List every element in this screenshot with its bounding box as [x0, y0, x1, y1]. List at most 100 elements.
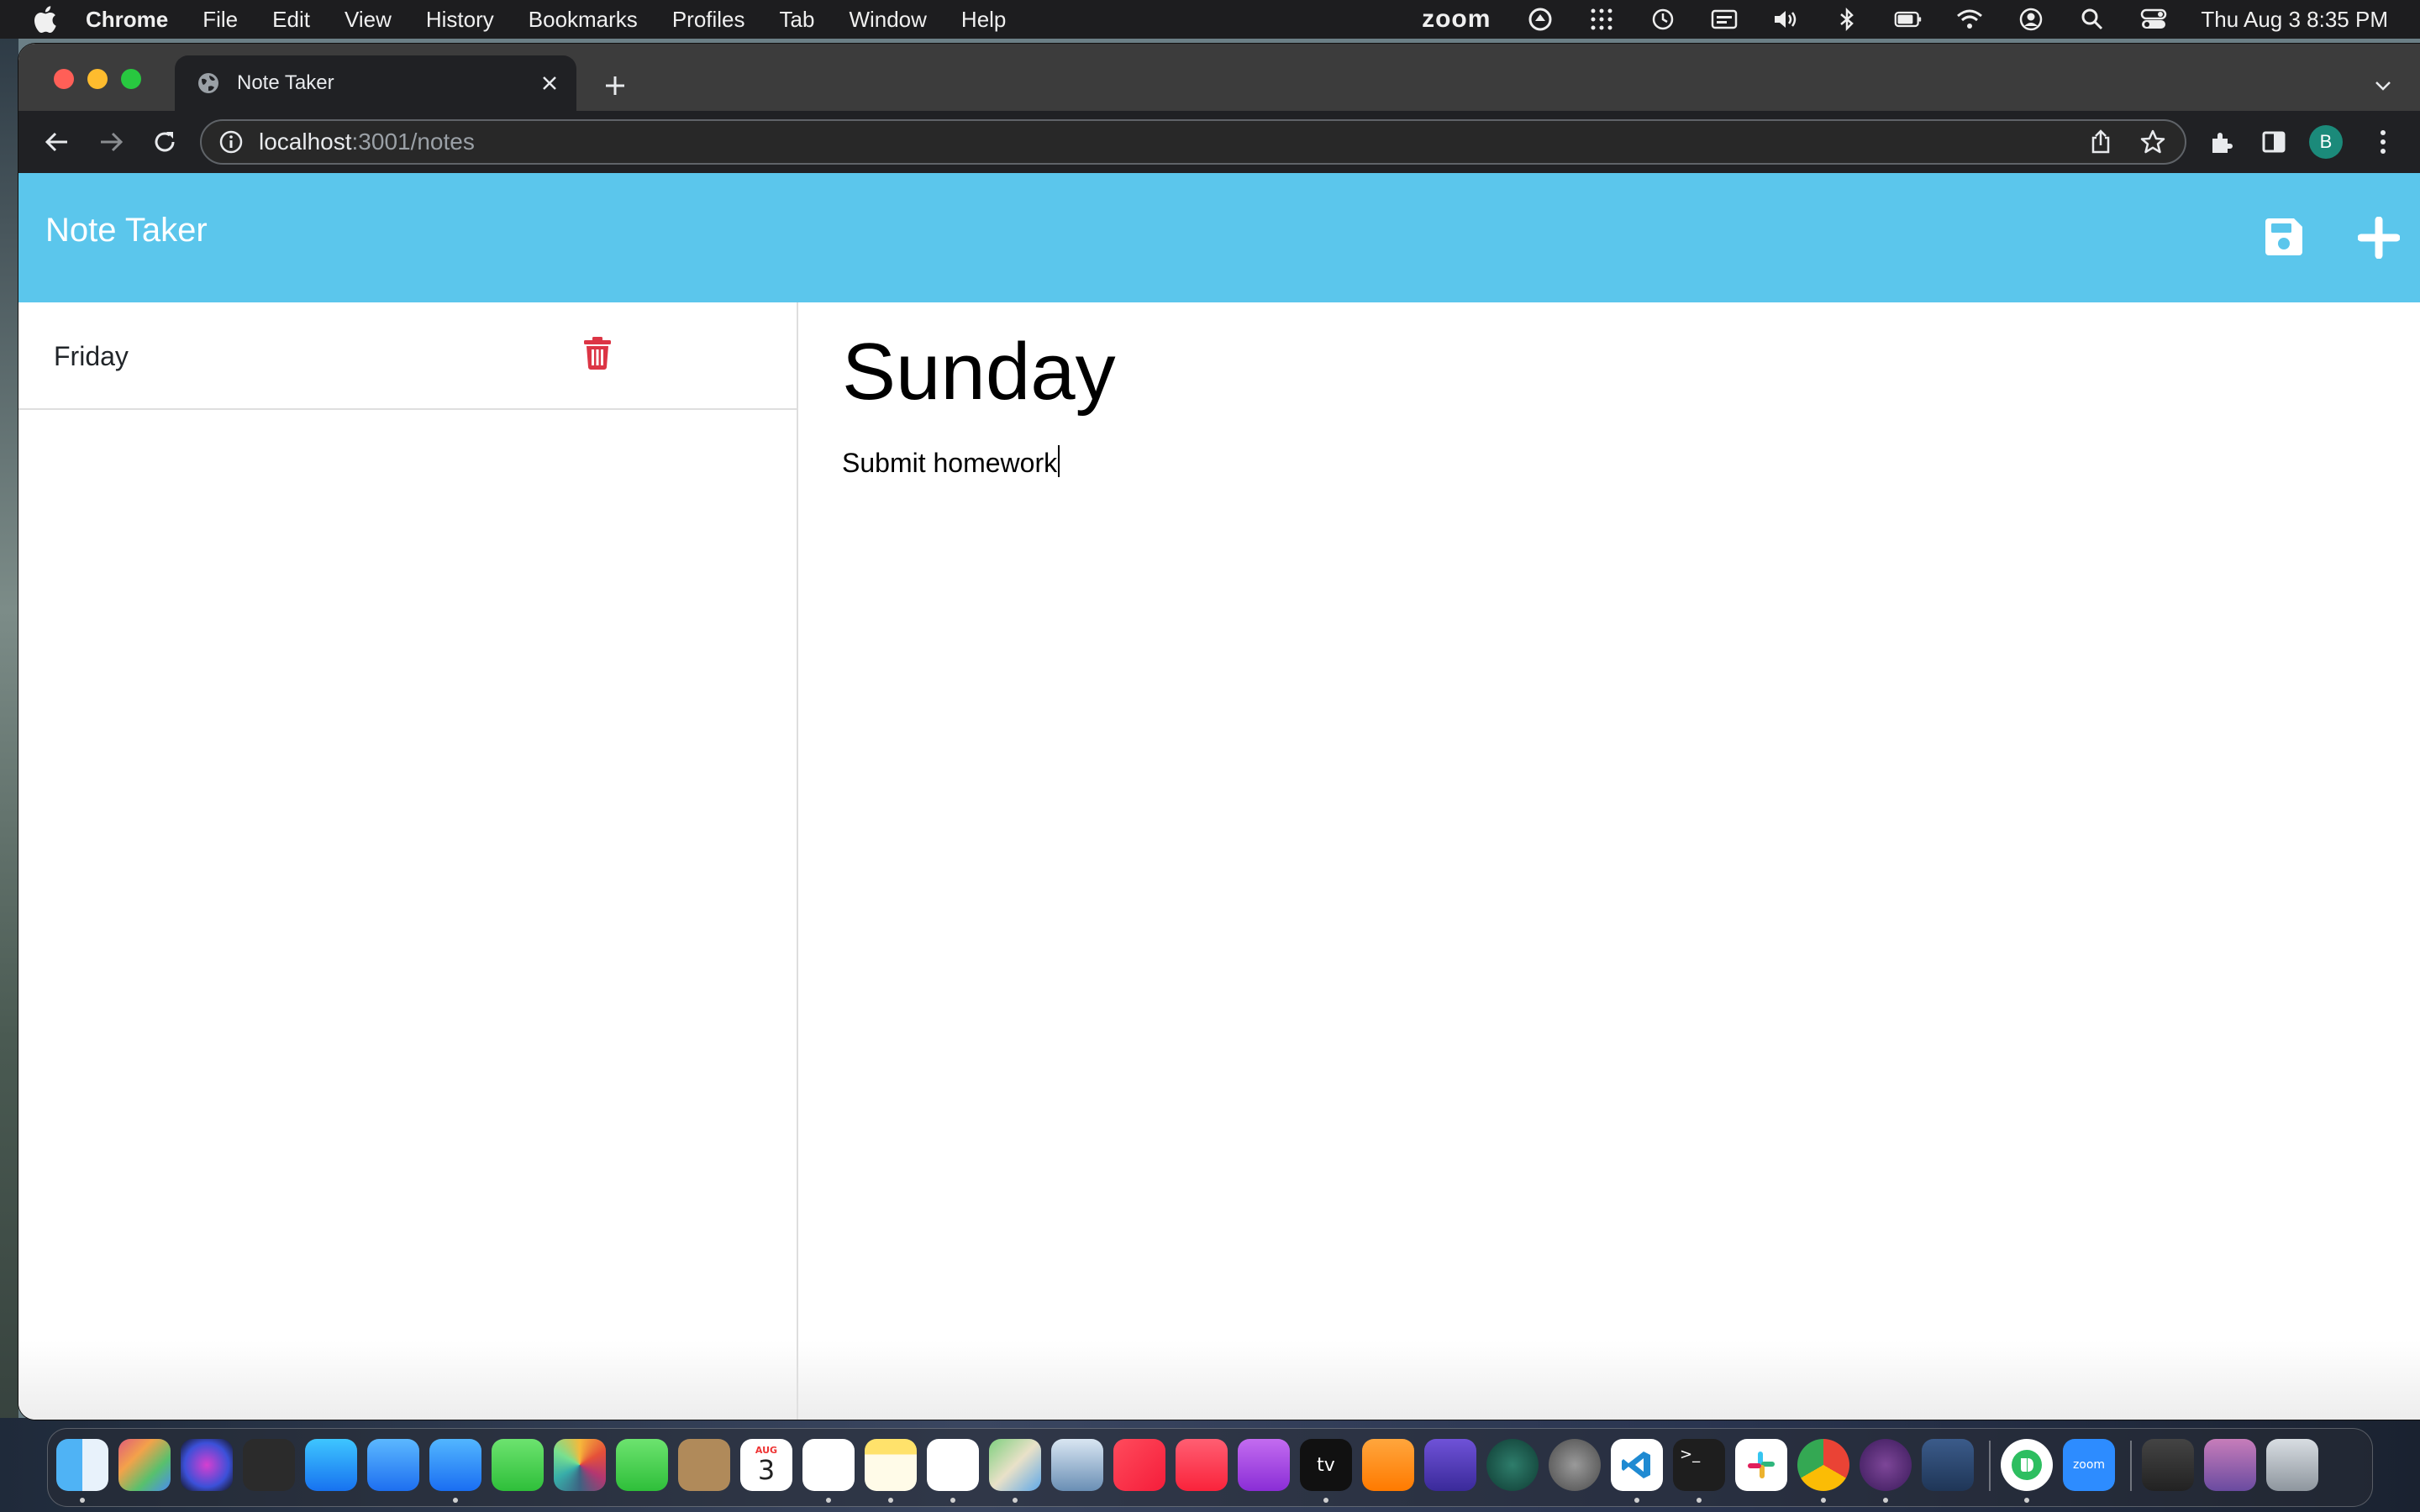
volume-icon[interactable]	[1771, 5, 1800, 34]
info-icon[interactable]	[218, 129, 244, 155]
battery-icon[interactable]	[1894, 5, 1923, 34]
menu-help[interactable]: Help	[961, 7, 1006, 33]
dock-photos-icon[interactable]	[554, 1439, 606, 1491]
grid-icon[interactable]	[1587, 5, 1616, 34]
text-caret	[1058, 445, 1060, 477]
close-tab-icon[interactable]	[534, 68, 565, 98]
menu-bookmarks[interactable]: Bookmarks	[529, 7, 638, 33]
dock-tor-browser-icon[interactable]	[1860, 1439, 1912, 1491]
close-window-button[interactable]	[54, 69, 74, 89]
dock-preview-icon[interactable]	[1051, 1439, 1103, 1491]
zoom-window-button[interactable]	[121, 69, 141, 89]
macos-dock: AUG 3 tv >_ zoom	[47, 1428, 2373, 1507]
dock-running-indicator	[1883, 1498, 1888, 1503]
dock-documents-stack-icon[interactable]	[2204, 1439, 2256, 1491]
dock-time-machine-icon[interactable]	[1486, 1439, 1539, 1491]
new-note-icon[interactable]	[2358, 217, 2400, 259]
app-brand[interactable]: Note Taker	[45, 212, 208, 249]
note-title-label[interactable]: Friday	[54, 341, 129, 372]
more-menu-icon[interactable]	[2368, 127, 2398, 157]
dock-system-settings-icon[interactable]	[1549, 1439, 1601, 1491]
dock-running-indicator	[950, 1498, 955, 1503]
minimize-window-button[interactable]	[87, 69, 108, 89]
list-item[interactable]: Friday	[18, 302, 798, 410]
dock-reminders-glyph	[802, 1439, 855, 1491]
tab-note-taker[interactable]: Note Taker	[175, 55, 576, 111]
dock-music-icon[interactable]	[1176, 1439, 1228, 1491]
dock-news-icon[interactable]	[1113, 1439, 1165, 1491]
wifi-icon[interactable]	[1955, 5, 1984, 34]
note-title-input[interactable]: Sunday	[842, 326, 1116, 418]
menu-edit[interactable]: Edit	[272, 7, 310, 33]
menu-bar-clock[interactable]: Thu Aug 3 8:35 PM	[2201, 7, 2388, 33]
dock-mission-control-icon[interactable]	[243, 1439, 295, 1491]
dock-zoom-app-icon[interactable]: zoom	[2063, 1439, 2115, 1491]
menu-view[interactable]: View	[345, 7, 392, 33]
zoom-menu-extra[interactable]: zoom	[1422, 5, 1491, 34]
delete-note-icon[interactable]	[583, 336, 612, 370]
dock-maps-glyph	[989, 1439, 1041, 1491]
address-bar-actions	[2062, 121, 2166, 163]
dock-launchpad-icon[interactable]	[118, 1439, 171, 1491]
menu-window[interactable]: Window	[849, 7, 926, 33]
share-icon[interactable]	[2087, 129, 2114, 155]
dock-apple-tv-icon[interactable]: tv	[1300, 1439, 1352, 1491]
dock-trash-icon[interactable]	[2266, 1439, 2318, 1491]
desktop-wallpaper	[0, 39, 18, 1467]
spotlight-search-icon[interactable]	[2078, 5, 2107, 34]
dock-finder-glyph	[56, 1439, 108, 1491]
extensions-icon[interactable]	[2207, 127, 2237, 157]
address-bar[interactable]: localhost:3001/notes	[200, 119, 2186, 165]
dock-evernote-icon[interactable]	[2001, 1439, 2053, 1491]
dock-imovie-icon[interactable]	[1424, 1439, 1476, 1491]
forward-icon[interactable]	[96, 127, 126, 157]
menu-app-name[interactable]: Chrome	[86, 7, 168, 33]
dock-downloads-stack-icon[interactable]	[2142, 1439, 2194, 1491]
dock-contacts-icon[interactable]	[678, 1439, 730, 1491]
screen-share-icon[interactable]	[1526, 5, 1555, 34]
apple-menu-icon[interactable]	[32, 5, 57, 34]
profile-avatar[interactable]: B	[2309, 125, 2343, 159]
control-center-icon[interactable]	[2139, 5, 2168, 34]
side-panel-icon[interactable]	[2259, 127, 2289, 157]
menu-profiles[interactable]: Profiles	[672, 7, 745, 33]
app-navbar: Note Taker	[18, 173, 2420, 302]
dock-app-store-icon[interactable]	[305, 1439, 357, 1491]
dock-chrome-icon[interactable]	[1797, 1439, 1849, 1491]
keyboard-input-icon[interactable]	[1710, 5, 1739, 34]
bluetooth-icon[interactable]	[1833, 5, 1861, 34]
chrome-window: Note Taker localhost:3001/notes B Note …	[18, 44, 2420, 1420]
dock-safari-icon[interactable]	[429, 1439, 481, 1491]
new-tab-icon[interactable]	[598, 69, 632, 102]
menu-history[interactable]: History	[426, 7, 494, 33]
dock-books-icon[interactable]	[1362, 1439, 1414, 1491]
bookmark-star-icon[interactable]	[2139, 129, 2166, 155]
dock-siri-icon[interactable]	[181, 1439, 233, 1491]
dock-reminders-icon[interactable]	[802, 1439, 855, 1491]
dock-vscode-icon[interactable]	[1611, 1439, 1663, 1491]
user-icon[interactable]	[2017, 5, 2045, 34]
dock-slack-icon[interactable]	[1735, 1439, 1787, 1491]
back-icon[interactable]	[42, 127, 72, 157]
menu-tab[interactable]: Tab	[780, 7, 815, 33]
reload-icon[interactable]	[150, 127, 180, 157]
menu-file[interactable]: File	[203, 7, 238, 33]
save-note-icon[interactable]	[2262, 215, 2306, 259]
dock-mail-icon[interactable]	[367, 1439, 419, 1491]
dock-running-indicator	[80, 1498, 85, 1503]
time-machine-icon[interactable]	[1649, 5, 1677, 34]
dock-podcasts-icon[interactable]	[1238, 1439, 1290, 1491]
dock-maps-icon[interactable]	[989, 1439, 1041, 1491]
dock-terminal-icon[interactable]: >_	[1673, 1439, 1725, 1491]
dock-facetime-icon[interactable]	[616, 1439, 668, 1491]
chevron-down-icon[interactable]	[2368, 71, 2398, 101]
dock-freeform-icon[interactable]	[927, 1439, 979, 1491]
dock-finder-icon[interactable]	[56, 1439, 108, 1491]
dock-photos-glyph	[554, 1439, 606, 1491]
dock-messages-icon[interactable]	[492, 1439, 544, 1491]
dock-calendar-icon[interactable]: AUG 3	[740, 1439, 792, 1491]
dock-mysql-workbench-icon[interactable]	[1922, 1439, 1974, 1491]
dock-downloads-stack-glyph	[2142, 1439, 2194, 1491]
dock-notes-icon[interactable]	[865, 1439, 917, 1491]
note-text-area[interactable]: Submit homework	[842, 445, 1060, 479]
